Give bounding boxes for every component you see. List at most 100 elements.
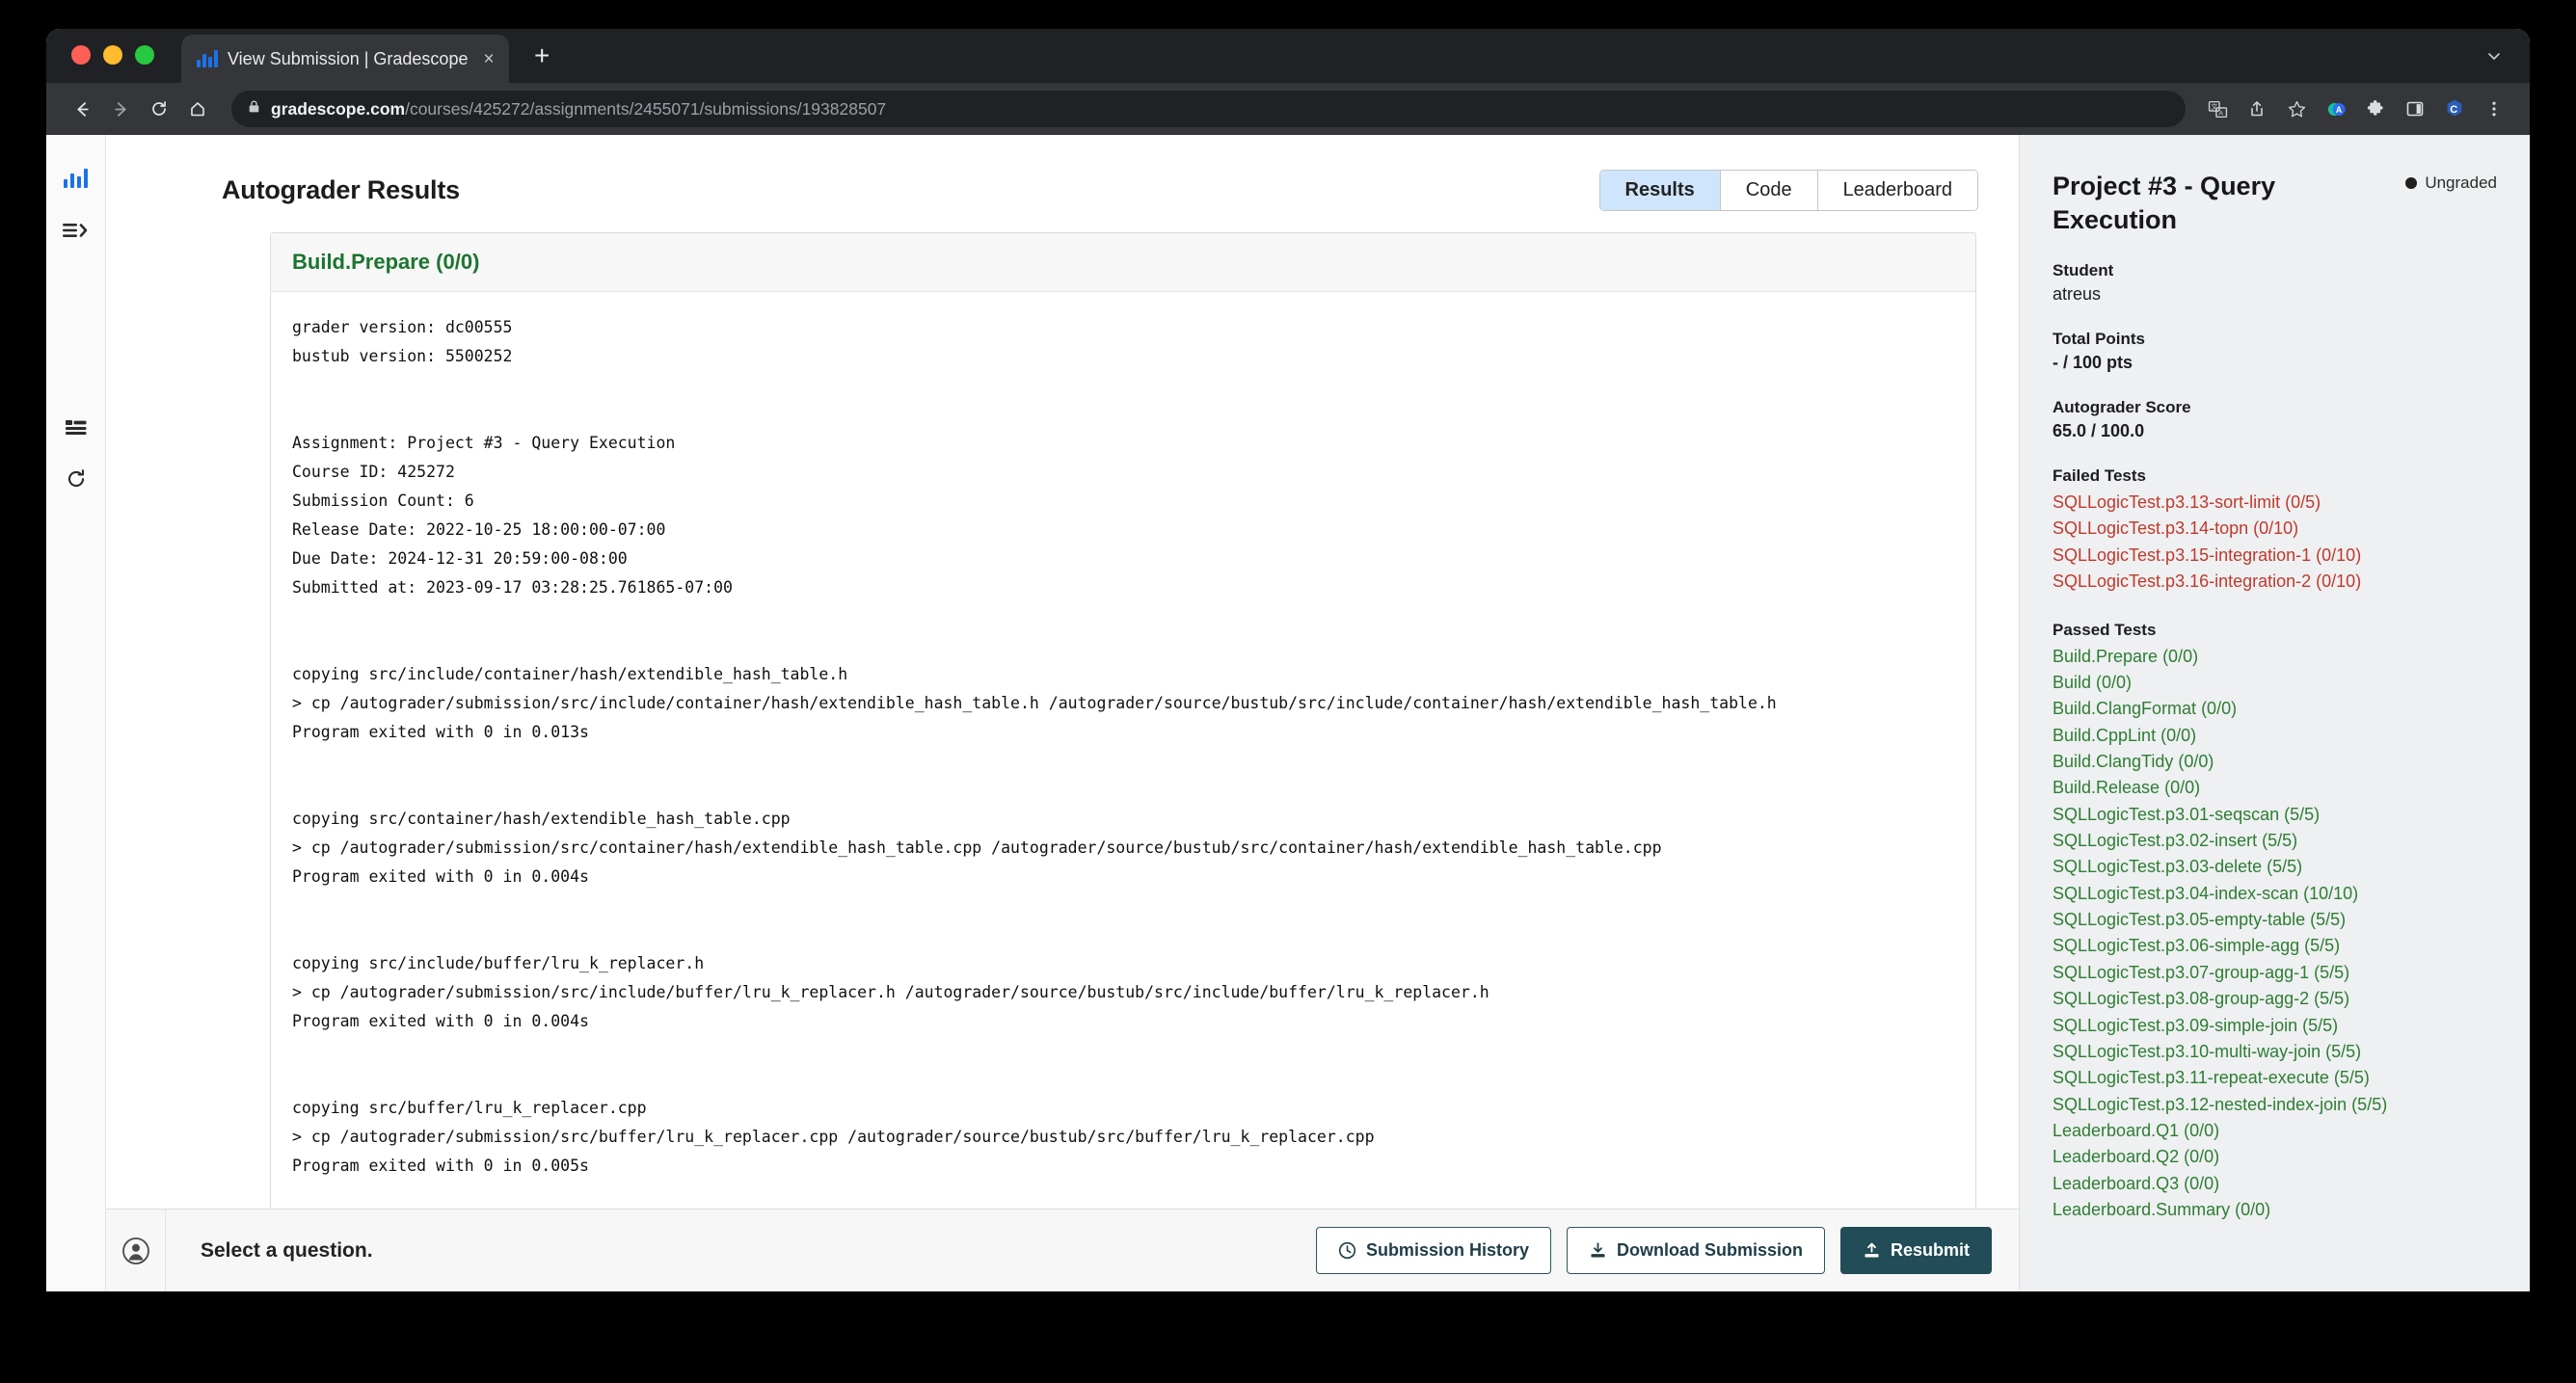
main-content: Autograder Results Results Code Leaderbo… [106, 135, 2019, 1291]
status-label: Ungraded [2425, 173, 2497, 192]
submission-history-label: Submission History [1365, 1240, 1529, 1260]
passed-tests-list: Build.Prepare (0/0) Build (0/0) Build.Clan… [2053, 644, 2497, 1224]
passed-test-link[interactable]: SQLLogicTest.p3.11-repeat-execute (5/5) [2053, 1065, 2497, 1091]
download-submission-label: Download Submission [1616, 1240, 1803, 1260]
student-name: atreus [2053, 284, 2102, 305]
svg-text:A: A [2335, 104, 2342, 114]
minimize-window-button[interactable] [103, 45, 122, 65]
tab-list-chevron-down-icon[interactable] [2485, 47, 2503, 69]
passed-test-link[interactable]: SQLLogicTest.p3.07-group-agg-1 (5/5) [2053, 960, 2497, 986]
autograder-score-block: Autograder Score 65.0 / 100.0 [2053, 398, 2497, 441]
left-rail [46, 135, 106, 1291]
url-domain: gradescope.com [271, 98, 406, 119]
sidebar-header: Project #3 - Query Execution Ungraded [2053, 170, 2497, 236]
passed-test-link[interactable]: Leaderboard.Q3 (0/0) [2053, 1171, 2497, 1197]
toolbar-icon-group: 文A A C [2203, 94, 2509, 123]
avatar[interactable] [106, 1210, 166, 1291]
profile-hex-icon[interactable]: C [2440, 94, 2469, 123]
test-name-score: Build.Prepare (0/0) [292, 250, 480, 274]
bottom-button-group: Submission History Download Submission R… [1315, 1227, 1992, 1274]
maximize-window-button[interactable] [135, 45, 154, 65]
passed-test-link[interactable]: Build.Prepare (0/0) [2053, 644, 2497, 670]
passed-test-link[interactable]: SQLLogicTest.p3.03-delete (5/5) [2053, 854, 2497, 880]
bookmark-star-icon[interactable] [2282, 94, 2311, 123]
total-points-value: - / 100 pts [2053, 353, 2133, 373]
tab-results[interactable]: Results [1599, 171, 1721, 210]
grammarly-icon[interactable]: A [2321, 94, 2350, 123]
refresh-icon[interactable] [54, 457, 98, 501]
browser-tab-strip: View Submission | Gradescope × + [46, 29, 2530, 83]
passed-test-link[interactable]: Build.ClangFormat (0/0) [2053, 696, 2497, 722]
passed-test-link[interactable]: Build.CppLint (0/0) [2053, 723, 2497, 749]
back-button[interactable] [66, 93, 98, 125]
passed-test-link[interactable]: Build.Release (0/0) [2053, 775, 2497, 801]
passed-test-link[interactable]: Leaderboard.Summary (0/0) [2053, 1197, 2497, 1223]
submission-history-button[interactable]: Submission History [1315, 1227, 1551, 1274]
passed-test-link[interactable]: SQLLogicTest.p3.04-index-scan (10/10) [2053, 881, 2497, 907]
upload-icon [1865, 1242, 1879, 1258]
passed-test-link[interactable]: SQLLogicTest.p3.08-group-agg-2 (5/5) [2053, 986, 2497, 1012]
resubmit-label: Resubmit [1890, 1240, 1970, 1260]
svg-text:C: C [2450, 104, 2457, 116]
main-scroll-region[interactable]: Autograder Results Results Code Leaderbo… [106, 135, 2019, 1291]
new-tab-button[interactable]: + [534, 40, 550, 83]
forward-button[interactable] [104, 93, 137, 125]
passed-test-link[interactable]: Leaderboard.Q1 (0/0) [2053, 1118, 2497, 1144]
autograder-console-output: grader version: dc00555 bustub version: … [292, 318, 1777, 1291]
download-submission-button[interactable]: Download Submission [1566, 1227, 1825, 1274]
failed-test-link[interactable]: SQLLogicTest.p3.13-sort-limit (0/5) [2053, 490, 2497, 516]
failed-tests-heading: Failed Tests [2053, 466, 2146, 486]
passed-test-link[interactable]: Build.ClangTidy (0/0) [2053, 749, 2497, 775]
failed-test-link[interactable]: SQLLogicTest.p3.15-integration-1 (0/10) [2053, 543, 2497, 569]
passed-test-link[interactable]: SQLLogicTest.p3.12-nested-index-join (5/… [2053, 1092, 2497, 1118]
browser-tab-title: View Submission | Gradescope [228, 48, 469, 68]
student-label: Student [2053, 261, 2114, 280]
passed-test-link[interactable]: Build (0/0) [2053, 670, 2497, 696]
url-path: /courses/425272/assignments/2455071/subm… [405, 98, 887, 119]
passed-test-link[interactable]: SQLLogicTest.p3.01-seqscan (5/5) [2053, 802, 2497, 828]
menu-expand-icon[interactable] [54, 208, 98, 253]
passed-test-link[interactable]: Leaderboard.Q2 (0/0) [2053, 1144, 2497, 1170]
side-panel-icon[interactable] [2401, 94, 2429, 123]
assignment-title: Project #3 - Query Execution [2053, 172, 2276, 234]
passed-test-link[interactable]: SQLLogicTest.p3.09-simple-join (5/5) [2053, 1013, 2497, 1039]
test-card-header[interactable]: Build.Prepare (0/0) [271, 233, 1975, 292]
passed-tests-heading: Passed Tests [2053, 620, 2157, 639]
address-bar[interactable]: gradescope.com/courses/425272/assignment… [231, 91, 2186, 127]
extensions-puzzle-icon[interactable] [2361, 94, 2390, 123]
page-content: Autograder Results Results Code Leaderbo… [46, 135, 2530, 1291]
kebab-menu-icon[interactable] [2480, 94, 2509, 123]
passed-test-link[interactable]: SQLLogicTest.p3.05-empty-table (5/5) [2053, 907, 2497, 933]
translate-icon[interactable]: 文A [2203, 94, 2232, 123]
results-header: Autograder Results Results Code Leaderbo… [106, 135, 2019, 232]
failed-test-link[interactable]: SQLLogicTest.p3.16-integration-2 (0/10) [2053, 569, 2497, 595]
share-icon[interactable] [2242, 94, 2271, 123]
address-bar-url: gradescope.com/courses/425272/assignment… [271, 99, 886, 120]
close-tab-icon[interactable]: × [483, 50, 494, 68]
home-button[interactable] [181, 93, 214, 125]
reload-button[interactable] [143, 93, 175, 125]
tab-code[interactable]: Code [1720, 171, 1818, 210]
failed-tests-section: Failed Tests SQLLogicTest.p3.13-sort-lim… [2053, 466, 2497, 595]
svg-text:文: 文 [2211, 101, 2217, 110]
close-window-button[interactable] [71, 45, 91, 65]
failed-tests-list: SQLLogicTest.p3.13-sort-limit (0/5) SQLLo… [2053, 490, 2497, 595]
passed-test-link[interactable]: SQLLogicTest.p3.10-multi-way-join (5/5) [2053, 1039, 2497, 1065]
gradescope-logo-icon[interactable] [54, 156, 98, 200]
submission-sidebar: Project #3 - Query Execution Ungraded St… [2019, 135, 2530, 1291]
download-icon [1591, 1242, 1605, 1258]
passed-test-link[interactable]: SQLLogicTest.p3.06-simple-agg (5/5) [2053, 933, 2497, 959]
failed-test-link[interactable]: SQLLogicTest.p3.14-topn (0/10) [2053, 516, 2497, 542]
list-view-icon[interactable] [54, 405, 98, 449]
browser-tab[interactable]: View Submission | Gradescope × [181, 35, 509, 83]
resubmit-button[interactable]: Resubmit [1839, 1227, 1992, 1274]
bottom-action-bar: Select a question. Submission History Do… [106, 1209, 2019, 1291]
student-block: Student atreus [2053, 261, 2497, 305]
browser-window: View Submission | Gradescope × + gradesc… [46, 29, 2530, 1291]
tab-leaderboard[interactable]: Leaderboard [1817, 171, 1977, 210]
svg-text:A: A [2218, 110, 2223, 117]
status-dot-icon [2405, 177, 2418, 189]
total-points-block: Total Points - / 100 pts [2053, 330, 2497, 373]
passed-test-link[interactable]: SQLLogicTest.p3.02-insert (5/5) [2053, 828, 2497, 854]
autograder-score-label: Autograder Score [2053, 398, 2191, 417]
